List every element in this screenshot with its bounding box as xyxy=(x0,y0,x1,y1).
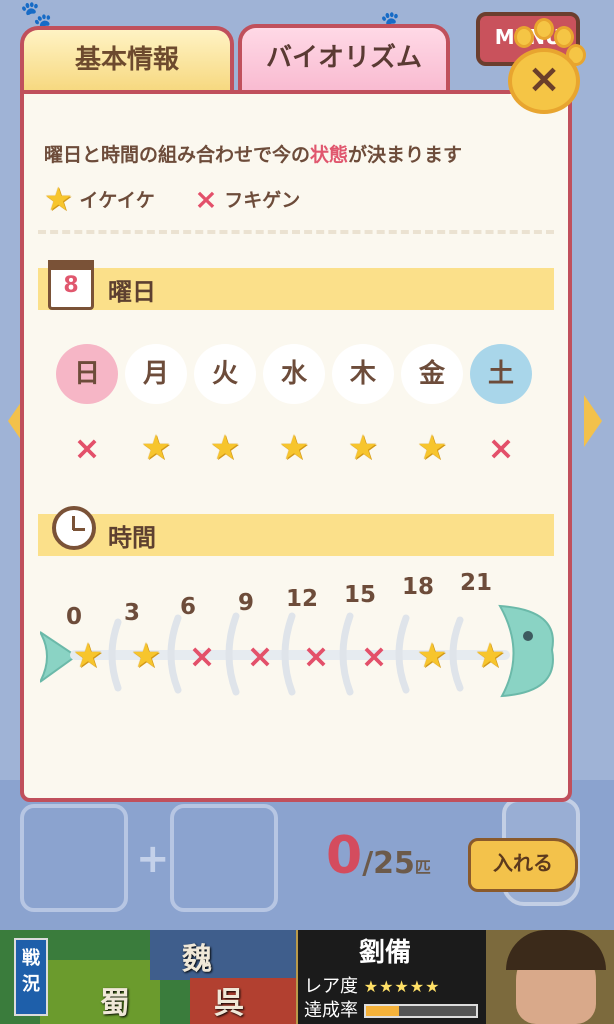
close-button[interactable]: × xyxy=(500,18,588,116)
star-icon: ★ xyxy=(140,428,172,468)
weekday-section-header: 8 曜日 xyxy=(38,260,554,310)
hour-label: 15 xyxy=(344,582,377,608)
weekday-0: 日 xyxy=(56,344,118,404)
x-mark-icon: × xyxy=(302,637,330,675)
x-mark-icon: × xyxy=(487,429,515,467)
x-mark-icon: × xyxy=(188,637,216,675)
calendar-icon: 8 xyxy=(48,260,94,310)
hour-label: 9 xyxy=(238,590,255,616)
weekday-1: 月 xyxy=(125,344,187,404)
hero-name: 劉備 xyxy=(358,938,411,968)
paw-toe xyxy=(534,18,554,40)
star-icon: ★ xyxy=(416,428,448,468)
weekday-2: 火 xyxy=(194,344,256,404)
x-mark-icon: × xyxy=(246,637,274,675)
rarity-stars: ★★★★★ xyxy=(363,977,441,996)
x-mark-icon: × xyxy=(73,429,101,467)
close-x-icon: × xyxy=(527,56,561,102)
weekday-section-title: 曜日 xyxy=(108,278,156,306)
rarity-row: レア度 ★★★★★ xyxy=(304,972,440,998)
x-mark-icon: × xyxy=(360,637,388,675)
hero-portrait xyxy=(486,930,614,1024)
star-icon: ★ xyxy=(416,636,448,676)
weekday-5: 金 xyxy=(401,344,463,404)
legend-good-label: イケイケ xyxy=(79,189,155,212)
time-section-title: 時間 xyxy=(108,524,156,552)
star-icon: ★ xyxy=(278,428,310,468)
ad-banner[interactable]: 戦況 魏 蜀 呉 劉備 レア度 ★★★★★ 達成率 xyxy=(0,930,614,1024)
combine-slot-2[interactable] xyxy=(170,804,278,912)
rarity-label: レア度 xyxy=(304,976,358,997)
hour-label: 3 xyxy=(124,600,141,626)
weekday-4: 木 xyxy=(332,344,394,404)
legend: ★ イケイケ × フキゲン xyxy=(44,180,300,218)
cat-count: 0/25匹 xyxy=(326,826,431,886)
weekday-row: 日月火水木金土 xyxy=(56,344,536,404)
count-total: /25 xyxy=(362,846,415,881)
weekday-state-row: × ★ ★ ★ ★ ★ × xyxy=(56,418,536,478)
hour-label: 12 xyxy=(286,586,319,612)
tab-basic-info[interactable]: 基本情報 xyxy=(20,26,234,94)
hour-label: 18 xyxy=(402,574,435,600)
star-icon: ★ xyxy=(130,636,162,676)
weekday-3: 水 xyxy=(263,344,325,404)
star-icon: ★ xyxy=(209,428,241,468)
legend-bad-label: フキゲン xyxy=(224,189,301,212)
star-icon: ★ xyxy=(72,636,104,676)
paw-toe xyxy=(514,26,534,48)
description-highlight: 状態 xyxy=(310,144,349,166)
achieve-label: 達成率 xyxy=(304,1000,358,1021)
weekday-6: 土 xyxy=(470,344,532,404)
divider xyxy=(38,230,554,234)
achieve-row: 達成率 xyxy=(304,996,478,1022)
description-text: 曜日と時間の組み合わせで今の状態が決まります xyxy=(44,144,463,166)
achieve-bar xyxy=(363,1004,478,1018)
count-current: 0 xyxy=(326,826,363,886)
plus-icon: + xyxy=(136,836,170,882)
kingdom-label: 呉 xyxy=(214,986,244,1021)
star-icon: ★ xyxy=(474,636,506,676)
hour-label: 21 xyxy=(460,570,493,596)
next-arrow-icon[interactable] xyxy=(584,395,602,447)
kingdom-label: 魏 xyxy=(182,942,212,977)
time-section-header: 時間 xyxy=(38,506,554,556)
star-icon: ★ xyxy=(347,428,379,468)
clock-icon xyxy=(52,506,96,550)
insert-button[interactable]: 入れる xyxy=(468,838,578,892)
tab-biorhythm[interactable]: バイオリズム xyxy=(238,24,450,96)
count-unit: 匹 xyxy=(414,858,431,877)
combine-slot-1[interactable] xyxy=(20,804,128,912)
hour-label: 6 xyxy=(180,594,197,620)
kingdom-label: 蜀 xyxy=(100,986,130,1021)
star-icon: ★ xyxy=(44,180,73,218)
x-mark-icon: × xyxy=(194,182,218,216)
banner-tag: 戦況 xyxy=(14,938,48,1016)
